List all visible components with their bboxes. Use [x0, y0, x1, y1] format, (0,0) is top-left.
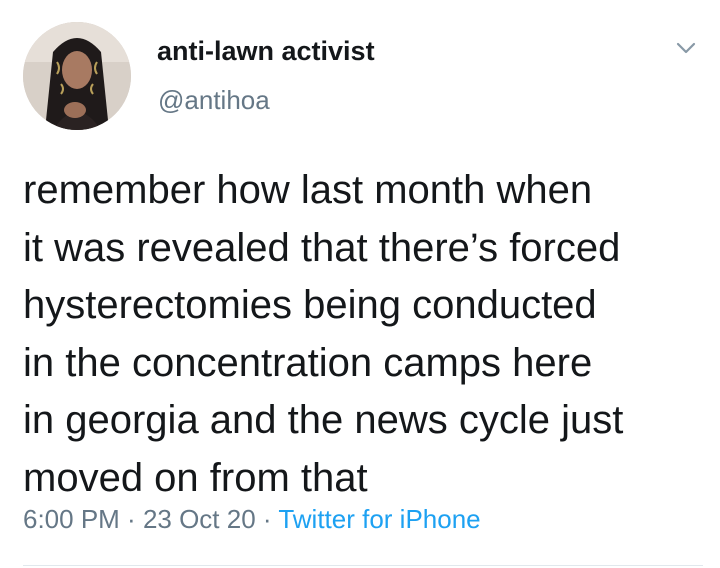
tweet-time[interactable]: 6:00 PM — [23, 504, 120, 534]
profile-photo-icon — [23, 22, 131, 130]
tweet-source-link[interactable]: Twitter for iPhone — [278, 504, 480, 534]
tweet-text-line: remember how last month when — [23, 168, 593, 212]
username-handle[interactable]: @antihoa — [158, 85, 270, 116]
tweet-text-line: moved on from that — [23, 455, 368, 500]
tweet-text-line: it was revealed that there’s forced — [23, 225, 621, 270]
tweet-date[interactable]: 23 Oct 20 — [143, 504, 256, 534]
divider — [23, 565, 703, 566]
chevron-down-icon[interactable] — [672, 34, 700, 62]
tweet-metadata: 6:00 PM · 23 Oct 20 · Twitter for iPhone — [23, 504, 481, 535]
tweet-text-line: in georgia and the news cycle just — [23, 398, 624, 442]
meta-separator: · — [119, 504, 143, 534]
tweet-card: anti-lawn activist @antihoa remember how… — [0, 0, 720, 568]
tweet-text-line: hysterectomies being conducted — [23, 283, 597, 327]
tweet-text-line: in the concentration camps here — [23, 340, 593, 385]
display-name[interactable]: anti-lawn activist — [157, 36, 375, 67]
meta-separator: · — [255, 504, 279, 534]
avatar[interactable] — [23, 22, 131, 130]
tweet-text: remember how last month when it was reve… — [23, 162, 703, 507]
